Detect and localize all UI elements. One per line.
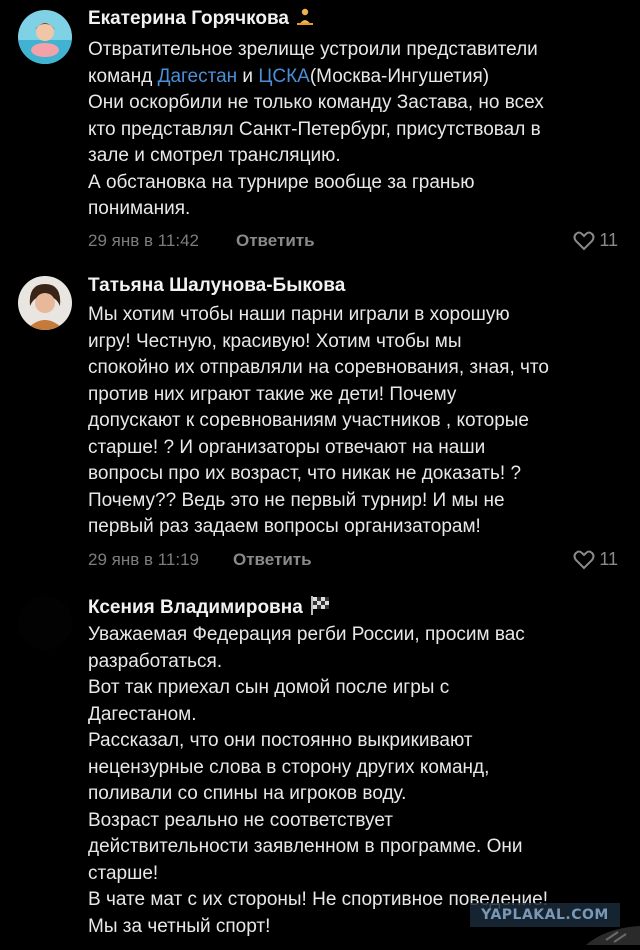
comment-line: Они оскорбили не только команду Застава,… (88, 92, 544, 113)
reply-button[interactable]: Ответить (236, 231, 315, 251)
comment-line: старше! ? И организаторы отвечают на наш… (88, 436, 486, 458)
checkered-flag-icon (309, 594, 333, 622)
comment-line: поливали со спины на игроков воду. (88, 783, 407, 804)
watermark-corner-graphic (576, 920, 640, 945)
heart-icon (573, 550, 595, 570)
like-count: 11 (599, 230, 618, 250)
comment-line: Вот так приехал сын домой после игры с (88, 677, 450, 698)
comment-line: Рассказал, что они постоянно выкрикивают (88, 730, 473, 751)
comment-line: кто представлял Санкт-Петербург, присутс… (88, 118, 541, 140)
comment-date: 29 янв в 11:19 (88, 550, 200, 569)
comment-line: Возраст реально не соответствует (88, 809, 393, 831)
comment-line: старше! (88, 862, 159, 884)
team-link-dagestan[interactable]: Дагестан (158, 66, 238, 87)
comment-date: 29 янв в 11:42 (88, 231, 200, 250)
comment-line: Отвратительное зрелище устроили представ… (88, 39, 538, 60)
avatar[interactable] (18, 276, 72, 330)
comment-text: Уважаемая Федерация регби России, просим… (88, 622, 624, 940)
comment-line: понимания. (88, 198, 191, 219)
comment-line: первый раз задаем вопросы организаторам! (88, 516, 481, 537)
comment-line: спокойно их отправляли на соревнования, … (88, 357, 549, 378)
heart-icon (573, 231, 595, 251)
comment-line: допускают к соревнованиям участников , к… (88, 410, 529, 431)
comment-line: разработаться. (88, 650, 223, 672)
avatar[interactable] (18, 10, 72, 64)
comment-line: Мы хотим чтобы наши парни играли в хорош… (88, 304, 510, 325)
avatar-photo (18, 276, 72, 330)
comment-line: действительности заявленном в программе.… (88, 836, 523, 857)
comment-text: Мы хотим чтобы наши парни играли в хорош… (88, 302, 624, 541)
comment-author[interactable]: Екатерина Горячкова (88, 7, 315, 33)
comment-line: А обстановка на турнире вообще за гранью (88, 171, 475, 193)
comment-line: игру! Честную, красивую! Хотим чтобы мы (88, 330, 462, 352)
comment-author[interactable]: Татьяна Шалунова-Быкова (88, 275, 345, 297)
like-button[interactable]: 11 (573, 230, 618, 251)
comment-line: Почему?? Ведь это не первый турнир! И мы… (88, 489, 505, 511)
reply-button[interactable]: Ответить (233, 550, 312, 570)
comment-line: Уважаемая Федерация регби России, просим… (88, 624, 525, 645)
comment-author[interactable]: Ксения Владимировна (88, 594, 333, 622)
avatar-photo (18, 596, 72, 650)
comment-line: зале и смотрел трансляцию. (88, 145, 341, 166)
like-button[interactable]: 11 (573, 549, 618, 570)
comment-line: команд Дагестан и ЦСКА(Москва-Ингушетия) (88, 65, 490, 87)
comment-line: против них играют такие же дети! Почему (88, 383, 457, 405)
avatar[interactable] (18, 596, 72, 650)
team-link-cska[interactable]: ЦСКА (258, 66, 310, 87)
avatar-photo (18, 10, 72, 64)
comment-line: нецензурные слова в сторону других коман… (88, 756, 490, 778)
comment-line: Дагестаном. (88, 703, 197, 725)
like-count: 11 (599, 549, 618, 569)
comment-text: Отвратительное зрелище устроили представ… (88, 37, 624, 223)
meditating-person-icon (295, 7, 315, 33)
comment-line: вопросы про их возраст, что никак не док… (88, 463, 522, 484)
